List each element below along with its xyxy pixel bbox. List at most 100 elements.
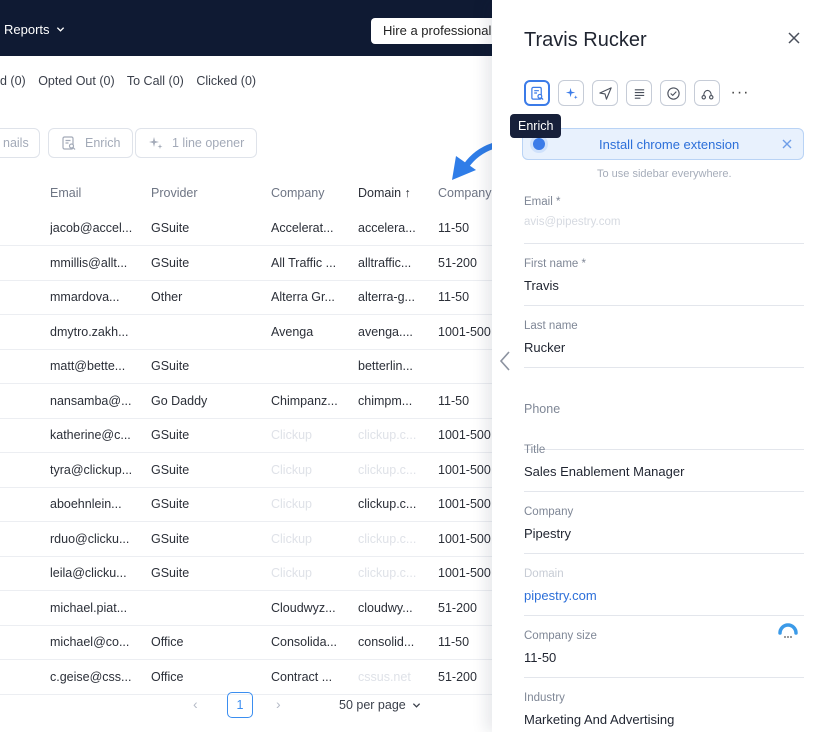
table-row[interactable]: tyra@clickup... GSuite Clickup clickup.c...…	[0, 454, 492, 488]
table-row[interactable]: mmardova... Other Alterra Gr... alterra-g..…	[0, 281, 492, 315]
field-value[interactable]: Travis	[524, 278, 559, 293]
field-value[interactable]: Rucker	[524, 340, 565, 355]
cell-provider: Go Daddy	[151, 393, 208, 408]
current-page-button[interactable]: 1	[227, 692, 253, 718]
field-value[interactable]: pipestry.com	[524, 588, 597, 603]
cell-company: Avenga	[271, 324, 314, 339]
field-label: Domain	[524, 568, 564, 580]
column-header-company[interactable]: Company	[271, 186, 351, 200]
field-value[interactable]: avis@pipestry.com	[524, 216, 620, 228]
check-circle-icon	[666, 86, 680, 100]
line-opener-label: 1 line opener	[172, 136, 245, 150]
column-header-domain[interactable]: Domain ↑	[358, 186, 434, 200]
field-value[interactable]: 11-50	[524, 650, 556, 665]
table-row[interactable]: nansamba@... Go Daddy Chimpanz... chimpm...…	[0, 385, 492, 419]
cell-provider: GSuite	[151, 531, 190, 546]
table-row[interactable]: michael.piat... Cloudwyz... cloudwy... 51-2…	[0, 592, 492, 626]
table-row[interactable]: aboehnlein... GSuite Clickup clickup.c... 10…	[0, 488, 492, 522]
cell-company: Cloudwyz...	[271, 600, 336, 615]
cell-domain: clickup.c...	[358, 428, 417, 442]
close-icon[interactable]	[786, 30, 802, 46]
form-field[interactable]: Domain pipestry.com	[524, 568, 804, 616]
hire-professional-button[interactable]: Hire a professional	[371, 18, 497, 44]
cell-company: Clickup	[271, 566, 312, 580]
form-field[interactable]: Title Sales Enablement Manager	[524, 444, 804, 492]
emails-button-label: nails	[3, 136, 29, 150]
sparkle-icon	[565, 87, 578, 99]
cell-email: mmillis@allt...	[50, 255, 128, 270]
cell-provider: GSuite	[151, 566, 190, 580]
filter-tab[interactable]: d (0)	[0, 74, 26, 88]
form-field[interactable]: Company Pipestry	[524, 506, 804, 554]
table-row[interactable]: leila@clicku... GSuite Clickup clickup.c...…	[0, 557, 492, 591]
column-header-provider[interactable]: Provider	[151, 186, 261, 200]
ai-sparkle-button[interactable]	[558, 80, 584, 106]
table-row[interactable]: jacob@accel... GSuite Accelerat... accelera…	[0, 212, 492, 246]
cell-domain: cloudwy...	[358, 600, 413, 615]
cell-company-size: 51-200	[438, 600, 477, 615]
filter-tab-clicked[interactable]: Clicked (0)	[196, 74, 256, 88]
cell-company-size: 1001-500	[438, 566, 491, 580]
more-options-icon[interactable]: ···	[728, 80, 752, 106]
table-row[interactable]: katherine@c... GSuite Clickup clickup.c... 1…	[0, 419, 492, 453]
cell-domain: alterra-g...	[358, 290, 415, 304]
field-label[interactable]: Phone	[524, 402, 560, 416]
chrome-extension-banner[interactable]: Install chrome extension	[522, 128, 804, 160]
cell-company-size: 11-50	[438, 221, 470, 235]
form-field[interactable]: Industry Marketing And Advertising	[524, 692, 804, 732]
next-page-button[interactable]: ›	[276, 696, 281, 712]
cell-email: michael.piat...	[50, 600, 128, 615]
cell-domain: cssus.net	[358, 669, 411, 684]
task-button[interactable]	[660, 80, 686, 106]
table-row[interactable]: matt@bette... GSuite betterlin...	[0, 350, 492, 384]
close-icon[interactable]	[781, 138, 793, 150]
send-button[interactable]	[592, 80, 618, 106]
table-row[interactable]: dmytro.zakh... Avenga avenga.... 1001-500	[0, 316, 492, 350]
cell-domain: consolid...	[358, 635, 415, 649]
text-lines-icon	[634, 88, 644, 99]
field-label: Last name	[524, 320, 578, 332]
prev-page-button[interactable]: ‹	[193, 696, 198, 712]
cell-domain: clickup.c...	[358, 497, 417, 511]
emails-button[interactable]: nails	[0, 128, 40, 158]
field-value[interactable]: Sales Enablement Manager	[524, 464, 684, 479]
filter-tab-to-call[interactable]: To Call (0)	[127, 74, 184, 88]
banner-text[interactable]: Install chrome extension	[599, 137, 739, 152]
column-header-company-size[interactable]: Company	[438, 186, 492, 200]
table-row[interactable]: michael@co... Office Consolida... consolid.…	[0, 626, 492, 660]
form-field[interactable]: Last name Rucker	[524, 320, 804, 368]
route-icon	[701, 89, 713, 99]
chevron-down-icon	[412, 702, 420, 708]
form-field[interactable]: First name * Travis	[524, 258, 804, 306]
form-field[interactable]: Company size 11-50	[524, 630, 804, 678]
cell-email: c.geise@css...	[50, 669, 132, 684]
chevron-left-icon[interactable]	[498, 350, 512, 372]
cell-email: matt@bette...	[50, 359, 126, 373]
cell-provider: GSuite	[151, 359, 190, 373]
column-header-email[interactable]: Email	[50, 186, 142, 200]
reports-menu[interactable]: Reports	[4, 22, 65, 37]
enrich-tooltip: Enrich	[510, 114, 562, 138]
line-opener-button[interactable]: 1 line opener	[135, 128, 258, 158]
status-filter-tabs: d (0) Opted Out (0) To Call (0) Clicked …	[0, 74, 265, 88]
cell-provider: Other	[151, 290, 183, 304]
cell-company: Alterra Gr...	[271, 290, 335, 304]
cell-domain: alltraffic...	[358, 255, 412, 270]
table-row[interactable]: rduo@clicku... GSuite Clickup clickup.c... 1…	[0, 523, 492, 557]
cell-email: jacob@accel...	[50, 221, 133, 235]
cell-email: tyra@clickup...	[50, 462, 133, 477]
filter-tab-opted-out[interactable]: Opted Out (0)	[38, 74, 114, 88]
field-value[interactable]: Marketing And Advertising	[524, 712, 674, 727]
form-field[interactable]: Phone	[524, 402, 804, 450]
field-value[interactable]: Pipestry	[524, 526, 571, 541]
cell-company-size: 51-200	[438, 669, 477, 684]
enrich-button[interactable]: Enrich	[48, 128, 134, 158]
notes-button[interactable]	[626, 80, 652, 106]
form-field[interactable]: Email * avis@pipestry.com	[524, 196, 804, 244]
cell-company-size: 1001-500	[438, 462, 491, 477]
sequence-button[interactable]	[694, 80, 720, 106]
table-row[interactable]: mmillis@allt... GSuite All Traffic ... allt…	[0, 247, 492, 281]
enrich-tool-button[interactable]	[524, 80, 550, 106]
cell-company-size: 1001-500	[438, 497, 491, 511]
per-page-select[interactable]: 50 per page	[339, 698, 421, 712]
